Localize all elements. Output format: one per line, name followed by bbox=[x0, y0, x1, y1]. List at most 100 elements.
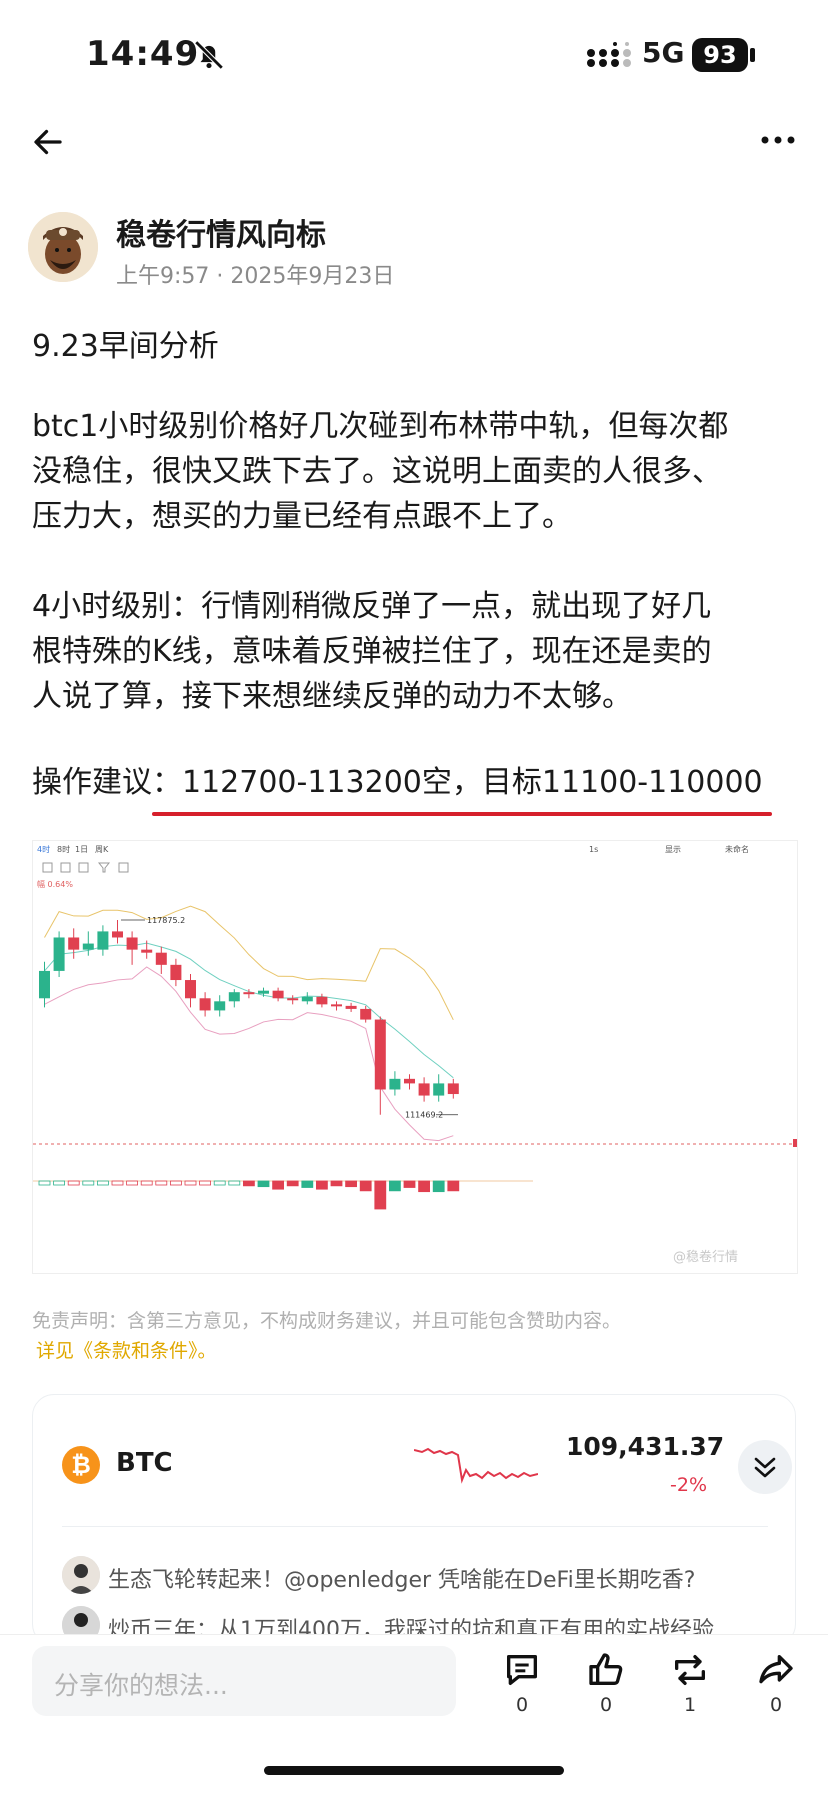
low-label: 111469.2 bbox=[405, 1111, 443, 1120]
candle-body bbox=[141, 949, 153, 953]
post-paragraph-2: 4小时级别：行情刚稍微反弹了一点，就出现了好几 根特殊的K线，意味着反弹被拦住了… bbox=[32, 584, 792, 719]
chart-toolbar-item: 8时 bbox=[57, 844, 70, 854]
chart-toolbar-item: 未命名 bbox=[725, 844, 749, 854]
watermark: @稳卷行情 bbox=[673, 1249, 738, 1265]
ticker-symbol[interactable]: BTC bbox=[116, 1448, 173, 1478]
price-marker bbox=[793, 1139, 797, 1147]
related-post-link[interactable]: 生态飞轮转起来！@openledger 凭啥能在DeFi里长期吃香? bbox=[108, 1562, 695, 1594]
candle-body bbox=[199, 998, 211, 1011]
collapse-button[interactable] bbox=[738, 1440, 792, 1494]
candle-body bbox=[39, 970, 50, 999]
macd-bar bbox=[242, 1180, 255, 1187]
candle-body bbox=[272, 990, 284, 999]
candle-body bbox=[126, 937, 138, 950]
macd-bar bbox=[286, 1180, 299, 1187]
post-paragraph-1: btc1小时级别价格好几次碰到布林带中轨，但每次都 没稳住，很快又跌下去了。这说… bbox=[32, 404, 792, 539]
candle-body bbox=[418, 1083, 430, 1096]
candle-body bbox=[433, 1083, 445, 1096]
macd-bar bbox=[447, 1180, 460, 1192]
candle-body bbox=[287, 998, 299, 1001]
author-avatar[interactable] bbox=[28, 212, 98, 282]
post-title: 9.23早间分析 bbox=[32, 329, 219, 364]
macd-bar bbox=[418, 1180, 431, 1193]
red-underline bbox=[152, 812, 772, 816]
more-options-icon[interactable] bbox=[760, 130, 796, 150]
comment-count: 0 bbox=[515, 1694, 529, 1716]
card-divider bbox=[62, 1526, 768, 1527]
terms-link[interactable]: 详见《条款和条件》。 bbox=[36, 1336, 217, 1363]
candle-body bbox=[374, 1019, 386, 1090]
macd-bar bbox=[272, 1180, 285, 1190]
ticker-price: 109,431.37 bbox=[566, 1432, 725, 1461]
candle-body bbox=[228, 992, 240, 1002]
comment-icon[interactable] bbox=[502, 1650, 542, 1690]
battery-icon bbox=[750, 48, 755, 62]
related-avatar[interactable] bbox=[62, 1556, 100, 1594]
paragraph-line: 压力大，想买的力量已经有点跟不上了。 bbox=[32, 499, 572, 534]
paragraph-line: 没稳住，很快又跌下去了。这说明上面卖的人很多、 bbox=[32, 454, 722, 489]
comment-placeholder: 分享你的想法... bbox=[54, 1671, 228, 1700]
candle-body bbox=[389, 1078, 401, 1090]
chart-toolbar-item: 4时 bbox=[37, 844, 50, 854]
macd-bar bbox=[345, 1180, 358, 1188]
macd-bar bbox=[388, 1180, 401, 1192]
battery-level: 93 bbox=[692, 38, 748, 72]
candle-body bbox=[185, 980, 196, 999]
candlestick-chart: 4时 8时 1日 周K 1s 显示 未命名 幅 0.64% 117875.2 111469.… bbox=[33, 841, 797, 1273]
post-time: 上午9:57 bbox=[116, 264, 210, 289]
post-timestamp: 上午9:57 · 2025年9月23日 bbox=[116, 258, 394, 290]
trade-suggestion: 操作建议：112700-113200空，目标11100-110000 bbox=[32, 765, 763, 800]
signal-icon bbox=[587, 42, 631, 67]
chart-toolbar-item: 1s bbox=[589, 845, 598, 854]
double-chevron-down-icon bbox=[754, 1457, 776, 1478]
macd-bar bbox=[359, 1180, 372, 1192]
bitcoin-icon: ₿ bbox=[62, 1446, 100, 1484]
candle-body bbox=[97, 931, 109, 950]
candle-body bbox=[447, 1083, 459, 1095]
home-indicator bbox=[264, 1766, 564, 1775]
candle-body bbox=[331, 1004, 342, 1007]
chart-toolbar-item: 显示 bbox=[665, 845, 681, 854]
macd-bar bbox=[330, 1180, 343, 1187]
chart-toolbar-item: 周K bbox=[95, 845, 109, 854]
candle-body bbox=[345, 1005, 357, 1009]
chart-image[interactable]: 4时 8时 1日 周K 1s 显示 未命名 幅 0.64% 117875.2 111469.… bbox=[32, 840, 798, 1274]
macd-bar bbox=[374, 1180, 387, 1210]
chart-toolbar-item: 1日 bbox=[75, 845, 88, 854]
like-count: 0 bbox=[599, 1694, 613, 1716]
candle-body bbox=[82, 943, 94, 950]
macd-bar bbox=[432, 1180, 445, 1193]
paragraph-line: btc1小时级别价格好几次碰到布林带中轨，但每次都 bbox=[32, 409, 729, 444]
candle-body bbox=[155, 952, 167, 965]
like-icon[interactable] bbox=[586, 1650, 626, 1690]
candle-body bbox=[214, 1001, 226, 1011]
change-label: 幅 0.64% bbox=[37, 879, 73, 889]
paragraph-line: 人说了算，接下来想继续反弹的动力不太够。 bbox=[32, 679, 632, 714]
network-type: 5G bbox=[642, 36, 685, 69]
candle-body bbox=[68, 937, 80, 950]
paragraph-line: 4小时级别：行情刚稍微反弹了一点，就出现了好几 bbox=[32, 589, 712, 624]
candle-body bbox=[301, 996, 313, 1002]
repost-count: 1 bbox=[683, 1694, 697, 1716]
macd-bar bbox=[301, 1180, 314, 1188]
high-label: 117875.2 bbox=[147, 916, 185, 925]
repost-icon[interactable] bbox=[670, 1650, 710, 1690]
back-arrow-icon[interactable] bbox=[30, 124, 66, 160]
candle-body bbox=[170, 964, 182, 981]
macd-bar bbox=[315, 1180, 328, 1190]
paragraph-line: 根特殊的K线，意味着反弹被拦住了，现在还是卖的 bbox=[32, 634, 712, 669]
candle-body bbox=[360, 1008, 372, 1020]
author-name[interactable]: 稳卷行情风向标 bbox=[116, 210, 326, 254]
disclaimer-text: 免责声明：含第三方意见，不构成财务建议，并且可能包含赞助内容。 bbox=[32, 1310, 622, 1332]
candle-body bbox=[243, 992, 255, 995]
share-count: 0 bbox=[769, 1694, 783, 1716]
candle-body bbox=[316, 996, 328, 1005]
post-date: · 2025年9月23日 bbox=[216, 264, 395, 289]
candle-body bbox=[258, 990, 269, 994]
share-icon[interactable] bbox=[756, 1650, 796, 1690]
macd-bar bbox=[257, 1180, 270, 1188]
bell-muted-icon bbox=[194, 40, 224, 70]
ticker-change: -2% bbox=[670, 1474, 707, 1496]
status-time: 14:49 bbox=[86, 34, 200, 74]
macd-bar bbox=[403, 1180, 416, 1188]
